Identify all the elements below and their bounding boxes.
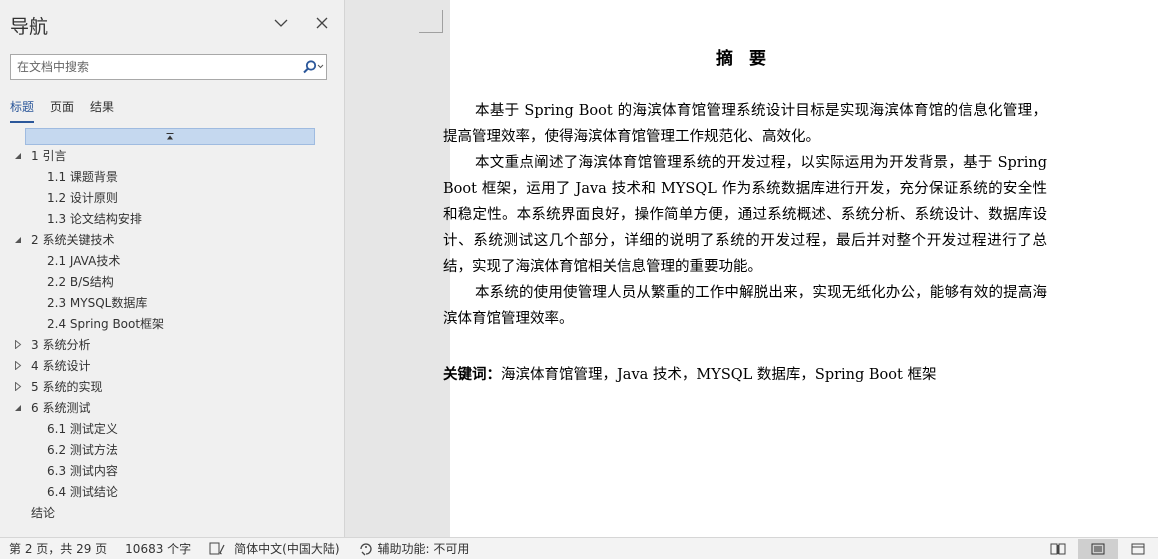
- search-icon: [303, 60, 324, 74]
- page-count-status[interactable]: 第 2 页，共 29 页: [9, 540, 107, 557]
- collapsed-triangle-icon[interactable]: [13, 361, 23, 371]
- nav-heading-level1[interactable]: 1 引言: [0, 145, 345, 166]
- tab-results[interactable]: 结果: [90, 98, 114, 123]
- navigation-pane: 导航 标题 页面 结果 1 引言1.1 课题背景1.2 设计原: [0, 0, 345, 537]
- nav-search-input[interactable]: [11, 55, 300, 79]
- nav-heading-label: 1 引言: [31, 149, 67, 163]
- accessibility-status-button[interactable]: 辅助功能: 不可用: [358, 540, 470, 557]
- tab-headings[interactable]: 标题: [10, 98, 35, 123]
- nav-heading-level2[interactable]: 1.1 课题背景: [0, 166, 345, 187]
- nav-heading-label: 6.3 测试内容: [47, 464, 118, 478]
- close-icon: [316, 17, 328, 29]
- nav-heading-level2[interactable]: 2.1 JAVA技术: [0, 250, 345, 271]
- nav-heading-level2[interactable]: 2.3 MYSQL数据库: [0, 292, 345, 313]
- expanded-triangle-icon[interactable]: [13, 151, 23, 161]
- nav-heading-level1[interactable]: 3 系统分析: [0, 334, 345, 355]
- proofing-status-button[interactable]: [209, 542, 225, 556]
- collapse-up-icon: [166, 133, 174, 140]
- nav-heading-label: 5 系统的实现: [31, 380, 103, 394]
- nav-heading-label: 2.2 B/S结构: [47, 275, 114, 289]
- nav-heading-label: 1.1 课题背景: [47, 170, 118, 184]
- web-layout-icon: [1131, 543, 1145, 555]
- word-count-status[interactable]: 10683 个字: [125, 540, 191, 557]
- abstract-paragraph-1: 本基于 Spring Boot 的海滨体育馆管理系统设计目标是实现海滨体育馆的信…: [443, 103, 1047, 145]
- nav-heading-level1[interactable]: 5 系统的实现: [0, 376, 345, 397]
- nav-close-button[interactable]: [311, 12, 333, 34]
- search-dropdown-button[interactable]: [300, 55, 326, 79]
- nav-heading-level1[interactable]: 4 系统设计: [0, 355, 345, 376]
- read-mode-button[interactable]: [1038, 539, 1078, 559]
- nav-heading-label: 6.2 测试方法: [47, 443, 118, 457]
- nav-heading-label: 2.1 JAVA技术: [47, 254, 121, 268]
- accessibility-icon: [359, 542, 372, 555]
- status-bar: 第 2 页，共 29 页 10683 个字 简体中文(中国大陆) 辅助功能: 不…: [0, 537, 1158, 559]
- nav-heading-label: 结论: [31, 506, 56, 520]
- nav-heading-level1[interactable]: 6 系统测试: [0, 397, 345, 418]
- nav-heading-level2[interactable]: 2.4 Spring Boot框架: [0, 313, 345, 334]
- nav-heading-label: 3 系统分析: [31, 338, 91, 352]
- expanded-triangle-icon[interactable]: [13, 403, 23, 413]
- collapsed-triangle-icon[interactable]: [13, 340, 23, 350]
- nav-tabs: 标题 页面 结果: [10, 98, 114, 123]
- nav-heading-label: 6.4 测试结论: [47, 485, 118, 499]
- nav-options-chevron-button[interactable]: [270, 12, 292, 34]
- nav-heading-label: 4 系统设计: [31, 359, 91, 373]
- document-area: 摘要 本基于 Spring Boot 的海滨体育馆管理系统设计目标是实现海滨体育…: [346, 0, 1158, 537]
- heading-tree: 1 引言 1.1 课题背景 1.2 设计原则 1.3 论文结构安排 2 系统关键技术 2.…: [0, 145, 345, 523]
- language-status[interactable]: 简体中文(中国大陆): [234, 540, 339, 557]
- accessibility-label: 辅助功能: 不可用: [377, 542, 470, 556]
- keywords-text: 海滨体育馆管理，Java 技术，MYSQL 数据库，Spring Boot 框架: [501, 367, 937, 383]
- proofing-icon: [209, 542, 225, 554]
- nav-heading-level2[interactable]: 1.2 设计原则: [0, 187, 345, 208]
- nav-pane-title: 导航: [10, 16, 49, 38]
- nav-heading-level2[interactable]: 6.3 测试内容: [0, 460, 345, 481]
- abstract-paragraph-2: 本文重点阐述了海滨体育馆管理系统的开发过程，以实际运用为开发背景，基于 Spri…: [443, 155, 1047, 275]
- tab-pages[interactable]: 页面: [50, 98, 74, 123]
- abstract-paragraph-3: 本系统的使用使管理人员从繁重的工作中解脱出来，实现无纸化办公，能够有效的提高海滨…: [443, 285, 1047, 327]
- collapse-all-bar[interactable]: [25, 128, 315, 145]
- nav-heading-label: 1.2 设计原则: [47, 191, 118, 205]
- nav-heading-label: 6 系统测试: [31, 401, 91, 415]
- nav-heading-level2[interactable]: 6.2 测试方法: [0, 439, 345, 460]
- collapsed-triangle-icon[interactable]: [13, 382, 23, 392]
- nav-search-box: [10, 54, 327, 80]
- expanded-triangle-icon[interactable]: [13, 235, 23, 245]
- nav-heading-level1[interactable]: 结论: [0, 502, 345, 523]
- nav-heading-level2[interactable]: 6.4 测试结论: [0, 481, 345, 502]
- word-window: 导航 标题 页面 结果 1 引言1.1 课题背景1.2 设计原: [0, 0, 1158, 559]
- nav-heading-label: 6.1 测试定义: [47, 422, 118, 436]
- page-crop-mark: [419, 10, 443, 33]
- chevron-down-icon: [274, 19, 288, 27]
- print-layout-icon: [1091, 543, 1105, 555]
- nav-heading-level2[interactable]: 6.1 测试定义: [0, 418, 345, 439]
- nav-heading-label: 1.3 论文结构安排: [47, 212, 142, 226]
- abstract-title: 摘要: [716, 49, 782, 69]
- print-layout-button[interactable]: [1078, 538, 1118, 559]
- view-switcher: [1038, 538, 1158, 559]
- nav-heading-level2[interactable]: 1.3 论文结构安排: [0, 208, 345, 229]
- nav-heading-label: 2.4 Spring Boot框架: [47, 317, 165, 331]
- nav-heading-level1[interactable]: 2 系统关键技术: [0, 229, 345, 250]
- read-mode-icon: [1050, 543, 1066, 555]
- web-layout-button[interactable]: [1118, 539, 1158, 559]
- nav-heading-label: 2.3 MYSQL数据库: [47, 296, 148, 310]
- keywords-label: 关键词：: [443, 366, 501, 383]
- keywords-line: 关键词：海滨体育馆管理，Java 技术，MYSQL 数据库，Spring Boo…: [443, 362, 936, 388]
- nav-heading-level2[interactable]: 2.2 B/S结构: [0, 271, 345, 292]
- nav-heading-label: 2 系统关键技术: [31, 233, 115, 247]
